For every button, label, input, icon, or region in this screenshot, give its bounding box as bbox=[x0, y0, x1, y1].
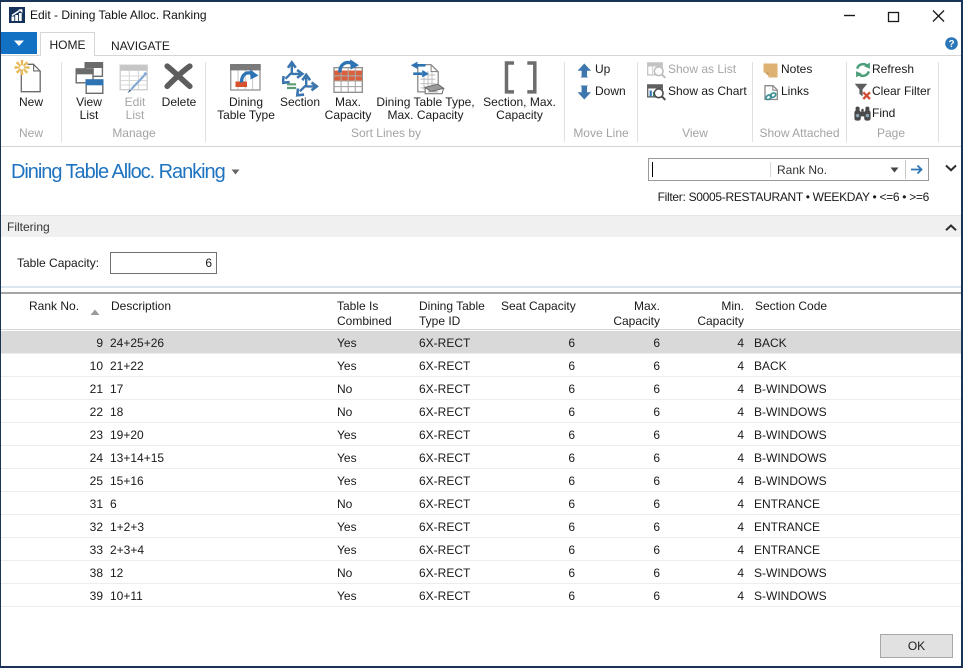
svg-text:?: ? bbox=[948, 39, 954, 50]
